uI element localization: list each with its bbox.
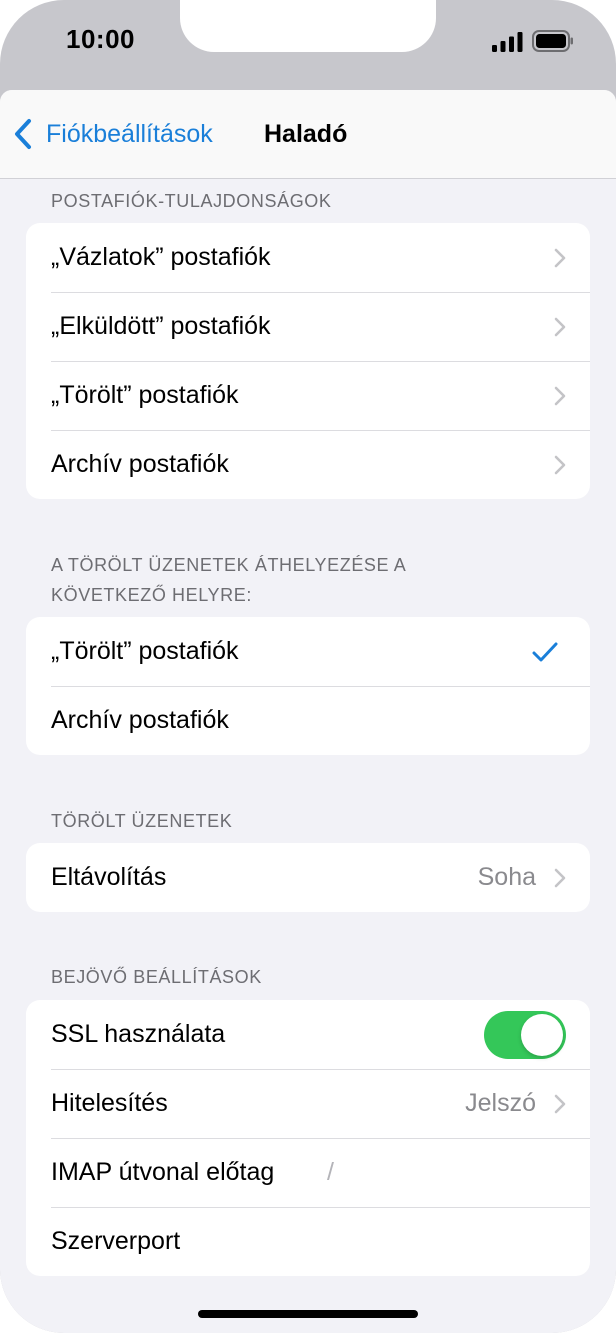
chevron-right-icon: [554, 868, 566, 888]
row-label: SSL használata: [51, 1020, 226, 1048]
option-deleted-mailbox[interactable]: „Törölt” postafiók: [26, 617, 590, 686]
section-header-deleted-messages: TÖRÖLT ÜZENETEK: [51, 811, 233, 831]
row-sent-mailbox[interactable]: „Elküldött” postafiók: [26, 292, 590, 361]
section-header-line: KÖVETKEZŐ HELYRE:: [51, 585, 252, 605]
section-header-line: A TÖRÖLT ÜZENETEK ÁTHELYEZÉSE A: [51, 555, 407, 575]
chevron-right-icon: [554, 317, 566, 337]
row-label: IMAP útvonal előtag: [51, 1158, 275, 1186]
row-label: „Törölt” postafiók: [51, 381, 239, 409]
status-time: 10:00: [66, 24, 135, 54]
notch: [180, 0, 436, 52]
row-label: „Vázlatok” postafiók: [51, 243, 271, 271]
ssl-toggle[interactable]: [484, 1011, 566, 1059]
incoming-settings-group: SSL használata Hitelesítés Jelszó IMAP ú…: [26, 1000, 590, 1276]
mailbox-properties-group: „Vázlatok” postafiók „Elküldött” postafi…: [26, 223, 590, 499]
row-deleted-mailbox[interactable]: „Törölt” postafiók: [26, 361, 590, 430]
battery-icon: [532, 30, 573, 52]
chevron-right-icon: [554, 455, 566, 475]
row-server-port[interactable]: Szerverport: [26, 1207, 590, 1276]
section-header-move-deleted: A TÖRÖLT ÜZENETEK ÁTHELYEZÉSE A KÖVETKEZ…: [51, 550, 406, 610]
move-deleted-group: „Törölt” postafiók Archív postafiók: [26, 617, 590, 755]
row-label: „Törölt” postafiók: [51, 637, 239, 665]
row-archive-mailbox[interactable]: Archív postafiók: [26, 430, 590, 499]
chevron-right-icon: [554, 1094, 566, 1114]
row-label: „Elküldött” postafiók: [51, 312, 271, 340]
row-drafts-mailbox[interactable]: „Vázlatok” postafiók: [26, 223, 590, 292]
chevron-right-icon: [554, 386, 566, 406]
row-label: Hitelesítés: [51, 1089, 168, 1117]
navigation-bar: Fiókbeállítások Haladó: [0, 90, 616, 179]
chevron-right-icon: [554, 248, 566, 268]
home-indicator[interactable]: [198, 1310, 418, 1318]
settings-screen: Fiókbeállítások Haladó POSTAFIÓK-TULAJDO…: [0, 90, 616, 1333]
row-value: Soha: [477, 863, 536, 891]
row-use-ssl: SSL használata: [26, 1000, 590, 1069]
back-button-label: Fiókbeállítások: [46, 119, 213, 148]
row-remove[interactable]: Eltávolítás Soha: [26, 843, 590, 912]
row-value: Jelszó: [465, 1089, 536, 1117]
deleted-messages-group: Eltávolítás Soha: [26, 843, 590, 912]
page-title: Haladó: [264, 120, 348, 148]
option-archive-mailbox[interactable]: Archív postafiók: [26, 686, 590, 755]
cellular-signal-icon: [492, 32, 523, 52]
section-header-incoming: BEJÖVŐ BEÁLLÍTÁSOK: [51, 967, 262, 987]
row-authentication[interactable]: Hitelesítés Jelszó: [26, 1069, 590, 1138]
row-label: Eltávolítás: [51, 863, 167, 891]
checkmark-icon: [532, 642, 558, 662]
chevron-left-icon: [15, 119, 31, 149]
row-label: Szerverport: [51, 1227, 181, 1255]
section-header-mailbox-properties: POSTAFIÓK-TULAJDONSÁGOK: [51, 191, 332, 211]
status-bar: 10:00: [0, 0, 616, 90]
row-label: Archív postafiók: [51, 450, 229, 478]
row-imap-path-prefix[interactable]: IMAP útvonal előtag /: [26, 1138, 590, 1207]
imap-path-prefix-input[interactable]: /: [327, 1138, 334, 1207]
phone-frame: 10:00 Fiókbeállítások Haladó POSTAFIÓK-T…: [0, 0, 616, 1333]
toggle-knob: [521, 1014, 563, 1056]
back-button[interactable]: Fiókbeállítások: [12, 114, 213, 154]
row-label: Archív postafiók: [51, 706, 229, 734]
